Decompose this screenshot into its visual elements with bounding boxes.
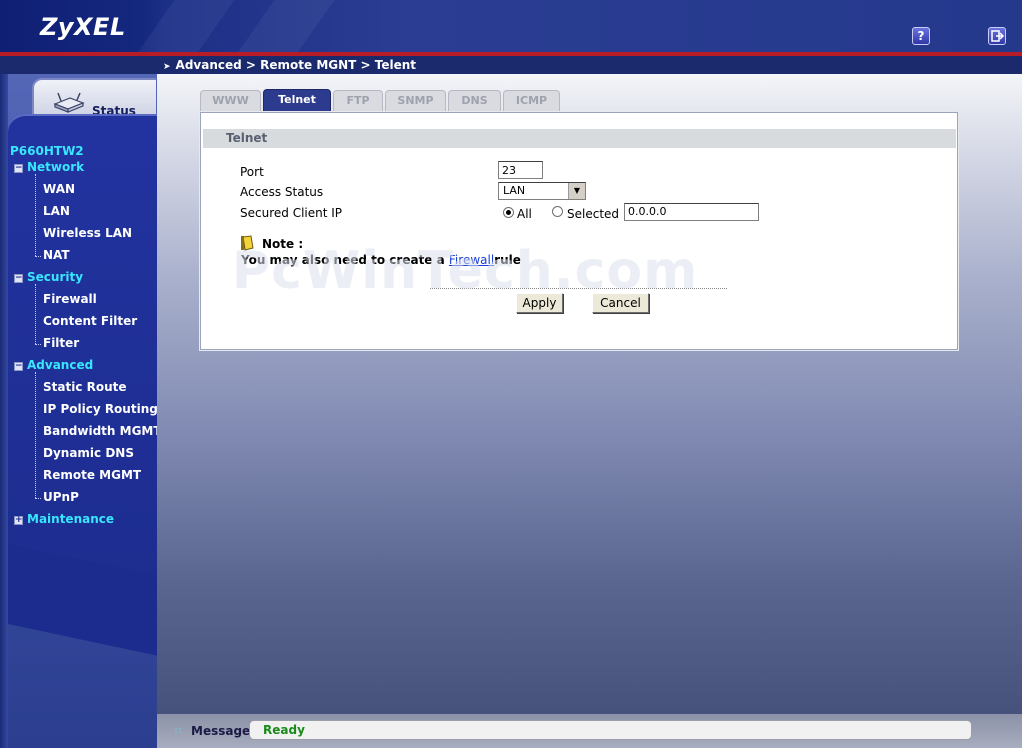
tab-icmp[interactable]: ICMP bbox=[503, 90, 560, 112]
breadcrumb-bar: ➤ Advanced > Remote MGNT > Telent bbox=[0, 56, 1022, 74]
tab-www[interactable]: WWW bbox=[200, 90, 261, 112]
secured-ip-input[interactable]: 0.0.0.0 bbox=[624, 203, 759, 221]
sidebar-item-upnp[interactable]: UPnP bbox=[43, 490, 79, 504]
collapse-icon[interactable]: − bbox=[14, 164, 23, 173]
access-status-select[interactable]: LAN ▼ bbox=[498, 182, 586, 200]
sidebar-item-wireless-lan[interactable]: Wireless LAN bbox=[43, 226, 132, 240]
sidebar-item-remote-mgmt[interactable]: Remote MGMT bbox=[43, 468, 141, 482]
radio-all-label: All bbox=[517, 207, 532, 221]
sidebar-item-nat[interactable]: NAT bbox=[43, 248, 70, 262]
tree-line bbox=[35, 344, 41, 345]
breadcrumb: ➤ Advanced > Remote MGNT > Telent bbox=[163, 58, 416, 72]
help-icon[interactable]: ? bbox=[912, 27, 930, 45]
top-header: ZyXEL ? bbox=[0, 0, 1022, 52]
collapse-icon[interactable]: − bbox=[14, 362, 23, 371]
watermark: PcWinTech.com bbox=[232, 241, 699, 301]
main-area: WWW Telnet FTP SNMP DNS ICMP Telnet Port… bbox=[157, 74, 1022, 714]
device-name: P660HTW2 bbox=[10, 144, 84, 158]
secured-client-ip-label: Secured Client IP bbox=[240, 206, 343, 220]
radio-selected[interactable] bbox=[552, 206, 563, 217]
sidebar-item-filter[interactable]: Filter bbox=[43, 336, 79, 350]
sidebar-item-lan[interactable]: LAN bbox=[43, 204, 70, 218]
tree-line bbox=[35, 284, 36, 344]
header-decoration bbox=[111, 0, 249, 52]
nav-group-advanced[interactable]: Advanced bbox=[27, 358, 93, 372]
access-status-value: LAN bbox=[503, 184, 526, 197]
router-icon bbox=[53, 92, 85, 113]
breadcrumb-arrow-icon: ➤ bbox=[163, 62, 171, 72]
expand-icon[interactable]: + bbox=[14, 516, 23, 525]
logout-icon[interactable] bbox=[988, 27, 1006, 45]
tab-telnet[interactable]: Telnet bbox=[263, 89, 331, 112]
nav-group-maintenance[interactable]: Maintenance bbox=[27, 512, 114, 526]
access-status-label: Access Status bbox=[240, 185, 324, 199]
sidebar-item-wan[interactable]: WAN bbox=[43, 182, 75, 196]
tree-line bbox=[35, 256, 41, 257]
message-icon: ∷ bbox=[175, 726, 182, 737]
header-decoration bbox=[211, 0, 349, 52]
sidebar-item-content-filter[interactable]: Content Filter bbox=[43, 314, 137, 328]
tab-snmp[interactable]: SNMP bbox=[385, 90, 446, 112]
sidebar-edge bbox=[0, 74, 8, 748]
nav-group-network[interactable]: Network bbox=[27, 160, 84, 174]
sidebar-item-dynamic-dns[interactable]: Dynamic DNS bbox=[43, 446, 134, 460]
sidebar-item-static-route[interactable]: Static Route bbox=[43, 380, 127, 394]
tab-ftp[interactable]: FTP bbox=[333, 90, 383, 112]
sidebar-item-ip-policy-routing[interactable]: IP Policy Routing bbox=[43, 402, 157, 416]
radio-selected-label: Selected bbox=[567, 207, 620, 221]
tree-line bbox=[35, 174, 36, 256]
tab-dns[interactable]: DNS bbox=[448, 90, 501, 112]
telnet-panel: Telnet Port Access Status LAN ▼ Secured … bbox=[200, 112, 958, 350]
breadcrumb-text: Advanced > Remote MGNT > Telent bbox=[175, 58, 417, 72]
message-field: Ready bbox=[249, 720, 972, 740]
message-label: Message bbox=[191, 724, 251, 738]
sidebar: Status P660HTW2 − Network WAN LAN Wirele… bbox=[0, 74, 157, 748]
port-label: Port bbox=[240, 165, 264, 179]
tree-line bbox=[35, 498, 41, 499]
chevron-down-icon[interactable]: ▼ bbox=[568, 183, 585, 199]
nav-group-security[interactable]: Security bbox=[27, 270, 83, 284]
sidebar-item-firewall[interactable]: Firewall bbox=[43, 292, 97, 306]
port-input[interactable] bbox=[498, 161, 543, 179]
section-title: Telnet bbox=[203, 129, 956, 148]
zyxel-logo: ZyXEL bbox=[40, 13, 126, 41]
status-bar: ∷ Message Ready bbox=[157, 714, 1022, 748]
collapse-icon[interactable]: − bbox=[14, 274, 23, 283]
tree-line bbox=[35, 372, 36, 498]
radio-all[interactable] bbox=[503, 207, 514, 218]
sidebar-item-bandwidth-mgmt[interactable]: Bandwidth MGMT bbox=[43, 424, 157, 438]
